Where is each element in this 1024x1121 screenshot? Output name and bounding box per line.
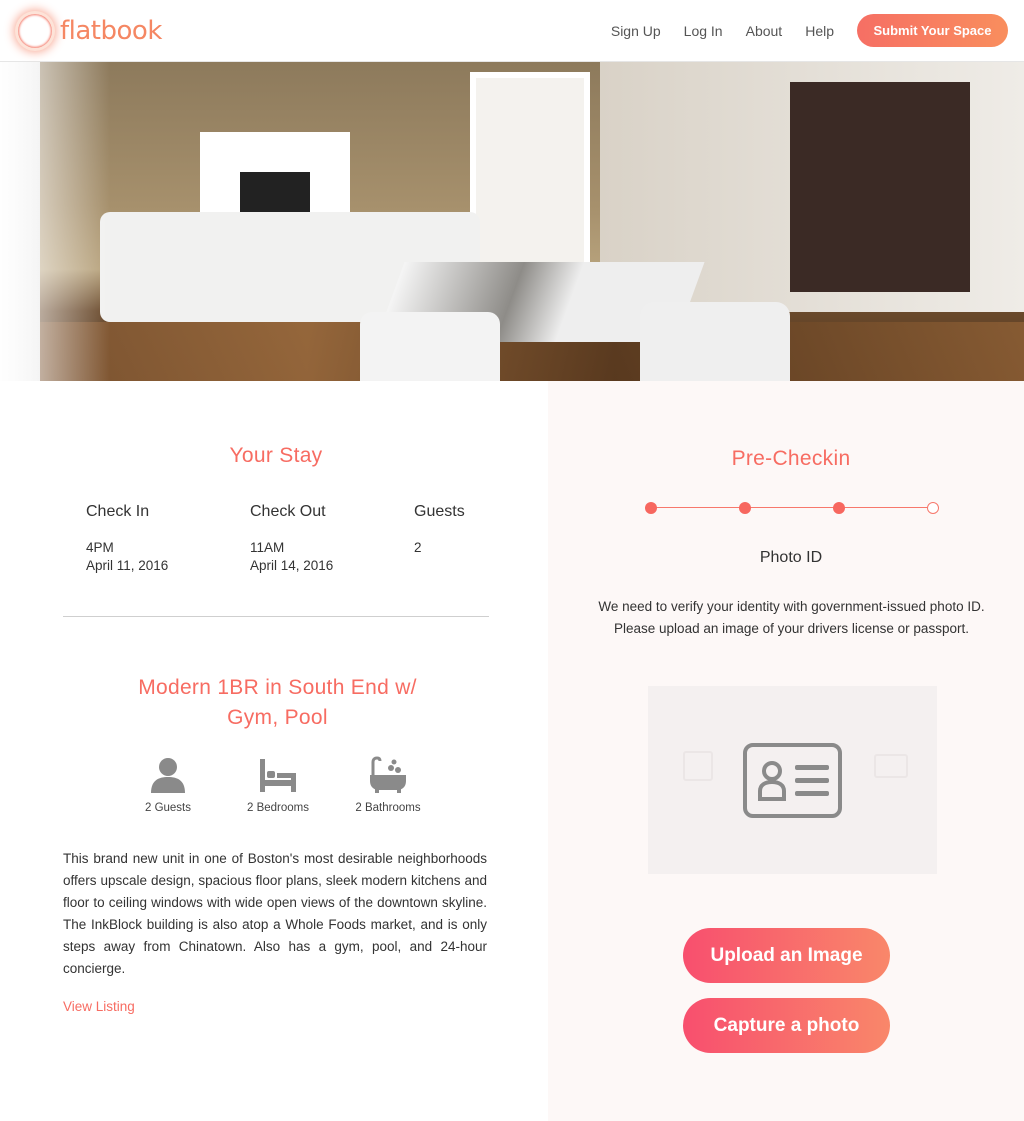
check-in-column: Check In 4PM April 11, 2016 — [86, 503, 250, 575]
hero-chair — [640, 302, 790, 381]
nav-about[interactable]: About — [746, 23, 783, 39]
amenity-label: 2 Bathrooms — [355, 802, 421, 814]
bed-icon — [260, 759, 296, 792]
amenity-label: 2 Bedrooms — [246, 802, 309, 814]
image-placeholder-icon — [683, 751, 713, 781]
id-card-icon — [743, 743, 842, 818]
stay-summary: Check In 4PM April 11, 2016 Check Out 11… — [86, 503, 506, 575]
guests-value: 2 — [414, 540, 422, 555]
listing-title: Modern 1BR in South End w/ Gym, Pool — [138, 676, 417, 729]
stepper-line — [651, 507, 933, 508]
upload-image-button[interactable]: Upload an Image — [683, 928, 890, 983]
guests-label: Guests — [414, 503, 465, 520]
stay-details-panel: Your Stay Check In 4PM April 11, 2016 Ch… — [0, 381, 548, 1121]
step-description: We need to verify your identity with gov… — [598, 599, 985, 636]
nav: Sign Up Log In About Help Submit Your Sp… — [611, 14, 1008, 47]
submit-your-space-button[interactable]: Submit Your Space — [857, 14, 1008, 47]
nav-sign-up[interactable]: Sign Up — [611, 23, 661, 39]
check-in-time: 4PM — [86, 540, 114, 555]
photo-id-dropzone[interactable] — [648, 686, 937, 874]
check-out-label: Check Out — [250, 503, 326, 520]
hero-chair — [360, 312, 500, 381]
amenity-guests: 2 Guests — [118, 756, 218, 814]
divider — [63, 616, 489, 617]
check-in-date: April 11, 2016 — [86, 558, 169, 573]
hero-window-light — [0, 62, 110, 381]
pre-checkin-heading: Pre-Checkin — [731, 447, 851, 470]
logo-text: flatbook — [60, 16, 162, 46]
pre-checkin-panel: Pre-Checkin Photo ID We need to verify y… — [548, 381, 1024, 1121]
step-dot-complete — [833, 502, 845, 514]
header: flatbook Sign Up Log In About Help Submi… — [0, 0, 1024, 62]
logo-circle-icon — [18, 14, 52, 48]
amenities: 2 Guests 2 Bedrooms 2 Bathrooms — [118, 756, 438, 814]
step-dot-complete — [645, 502, 657, 514]
listing-description: This brand new unit in one of Boston's m… — [63, 851, 487, 976]
view-listing-link[interactable]: View Listing — [63, 999, 135, 1014]
check-out-time: 11AM — [250, 540, 285, 555]
nav-help[interactable]: Help — [805, 23, 834, 39]
check-out-date: April 14, 2016 — [250, 558, 334, 573]
person-icon — [151, 758, 185, 793]
bathtub-icon — [370, 756, 406, 793]
amenity-label: 2 Guests — [144, 802, 192, 814]
hero-image — [0, 62, 1024, 381]
logo[interactable]: flatbook — [18, 12, 162, 50]
image-placeholder-icon — [874, 754, 908, 778]
step-dot-pending — [927, 502, 939, 514]
progress-stepper — [645, 501, 939, 515]
step-dot-complete — [739, 502, 751, 514]
your-stay-heading: Your Stay — [229, 444, 323, 467]
check-in-label: Check In — [86, 503, 150, 520]
hero-cabinets — [790, 82, 970, 292]
capture-photo-button[interactable]: Capture a photo — [683, 998, 890, 1053]
step-title: Photo ID — [759, 549, 823, 566]
guests-column: Guests 2 — [414, 503, 504, 575]
check-out-column: Check Out 11AM April 14, 2016 — [250, 503, 414, 575]
amenity-bedrooms: 2 Bedrooms — [228, 756, 328, 814]
nav-log-in[interactable]: Log In — [684, 23, 723, 39]
amenity-bathrooms: 2 Bathrooms — [338, 756, 438, 814]
